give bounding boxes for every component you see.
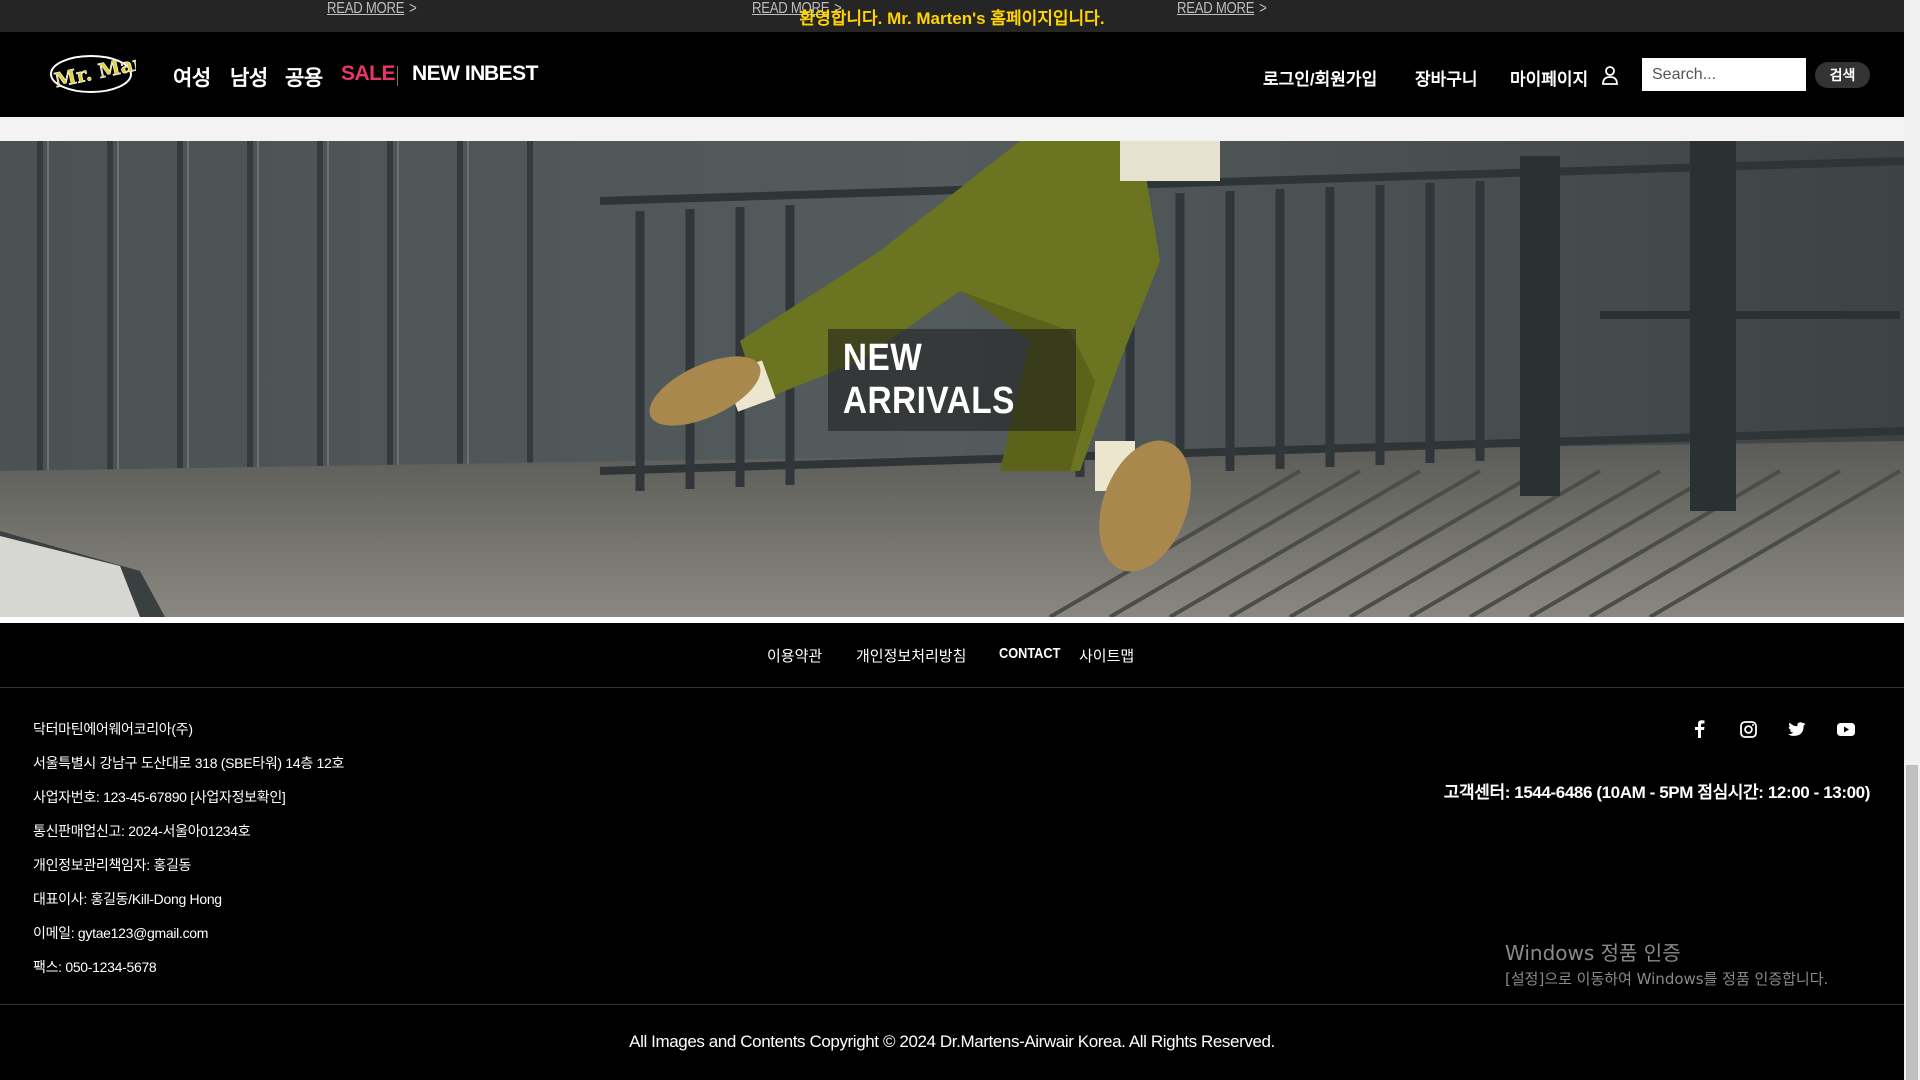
watermark-subtitle: [설정]으로 이동하여 Windows를 정품 인증합니다. xyxy=(1505,970,1829,988)
copyright: All Images and Contents Copyright © 2024… xyxy=(629,1032,1275,1051)
twitter-icon[interactable] xyxy=(1786,718,1808,740)
logo-wordmark: Mr. Martens xyxy=(52,48,136,92)
mypage-link[interactable]: 마이페이지 xyxy=(1510,65,1588,90)
privacy-manager: 개인정보관리책임자: 홍길동 xyxy=(33,857,192,873)
cart-link[interactable]: 장바구니 xyxy=(1415,65,1478,90)
company-name: 닥터마틴에어웨어코리아(주) xyxy=(33,721,193,737)
top-strip: READ MORE > READ MORE > READ MORE > 환영합니다. … xyxy=(0,0,1904,32)
footer-link-privacy[interactable]: 개인정보처리방침 xyxy=(856,645,966,666)
footer-link-sitemap[interactable]: 사이트맵 xyxy=(1079,645,1134,666)
nav-divider xyxy=(397,66,398,86)
nav-unisex[interactable]: 공용 xyxy=(285,62,323,92)
login-link[interactable]: 로그인/회원가입 xyxy=(1263,65,1377,90)
user-icon[interactable] xyxy=(1601,65,1619,85)
company-address: 서울특별시 강남구 도산대로 318 (SBE타워) 14층 12호 xyxy=(33,755,345,771)
welcome-banner: 환영합니다. Mr. Marten's 홈페이지입니다. xyxy=(799,9,1105,28)
customer-center: 고객센터: 1544-6486 (10AM - 5PM 점심시간: 12:00 … xyxy=(1443,783,1871,802)
nav-new-in[interactable]: NEW IN xyxy=(412,62,485,86)
business-number[interactable]: 사업자번호: 123-45-67890 [사업자정보확인] xyxy=(33,787,286,807)
mail-order-registration: 통신판매업신고: 2024-서울아01234호 xyxy=(33,823,251,839)
hero-label-box: NEW ARRIVALS xyxy=(828,329,1076,431)
footer-divider xyxy=(0,1004,1904,1005)
watermark-title: Windows 정품 인증 xyxy=(1505,941,1681,965)
search-input[interactable] xyxy=(1642,58,1806,91)
windows-activation-watermark: Windows 정품 인증 [설정]으로 이동하여 Windows를 정품 인증… xyxy=(1505,937,1828,989)
nav-women[interactable]: 여성 xyxy=(173,62,211,92)
site-header: Mr. Martens 여성 남성 공용 SALE NEW IN BEST 로그… xyxy=(0,32,1904,117)
brand-logo[interactable]: Mr. Martens xyxy=(46,40,193,98)
youtube-icon[interactable] xyxy=(1835,718,1857,740)
ceo: 대표이사: 홍길동/Kill-Dong Hong xyxy=(33,891,222,907)
search-button[interactable]: 검색 xyxy=(1815,62,1870,88)
page: READ MORE > READ MORE > READ MORE > 환영합니다. … xyxy=(0,0,1904,1080)
footer-nav: 이용약관 개인정보처리방침 CONTACT 사이트맵 xyxy=(0,623,1904,688)
nav-men[interactable]: 남성 xyxy=(230,62,268,92)
nav-best[interactable]: BEST xyxy=(484,62,539,86)
facebook-icon[interactable] xyxy=(1688,718,1710,740)
footer-link-terms[interactable]: 이용약관 xyxy=(767,645,822,666)
email: 이메일: gytae123@gmail.com xyxy=(33,925,209,941)
hero-banner[interactable]: NEW ARRIVALS xyxy=(0,141,1904,617)
fax: 팩스: 050-1234-5678 xyxy=(33,959,157,975)
hero-title: NEW ARRIVALS xyxy=(842,337,1015,422)
instagram-icon[interactable] xyxy=(1737,718,1759,740)
footer-link-contact[interactable]: CONTACT xyxy=(999,645,1060,662)
nav-sale[interactable]: SALE xyxy=(341,62,396,86)
section-gap xyxy=(0,117,1904,141)
scrollbar-thumb[interactable] xyxy=(1906,765,1918,1080)
